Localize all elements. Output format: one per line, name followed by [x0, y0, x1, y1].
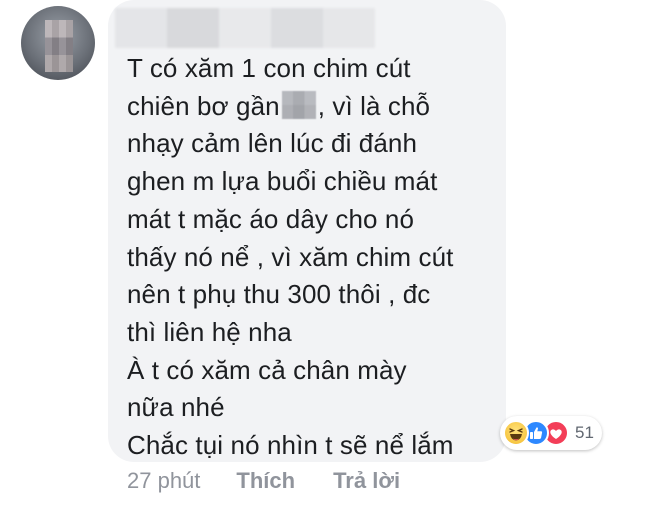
- comment-line-prefix: chiên bơ gần: [127, 90, 280, 121]
- comment-line: mát t mặc áo dây cho nó: [127, 203, 415, 234]
- comment-line: nên t phụ thu 300 thôi , đc: [127, 279, 431, 310]
- comment-line-suffix: , vì là chỗ: [317, 90, 431, 121]
- like-link[interactable]: Thích: [236, 468, 295, 494]
- reactions-summary[interactable]: 51: [500, 416, 602, 450]
- avatar-censor-pixelation: [45, 20, 73, 72]
- comment-line: À t có xăm cả chân mày: [127, 354, 407, 385]
- author-name-censored[interactable]: [115, 8, 375, 48]
- comment-screenshot: T có xăm 1 con chim cút chiên bơ gần , vì…: [0, 0, 650, 505]
- comment-line: T có xăm 1 con chim cút: [127, 53, 411, 83]
- haha-icon: [503, 420, 529, 446]
- comment-text: T có xăm 1 con chim cút chiên bơ gần , vì…: [127, 50, 497, 465]
- comment-timestamp[interactable]: 27 phút: [127, 468, 200, 494]
- comment-line: Chắc tụi nó nhìn t sẽ nể lắm: [127, 430, 454, 461]
- comment-line: thấy nó nể , vì xăm chim cút: [127, 241, 454, 272]
- reply-link[interactable]: Trả lời: [333, 468, 400, 494]
- comment-line: nhạy cảm lên lúc đi đánh: [127, 128, 418, 159]
- censored-word: [281, 90, 316, 119]
- comment-line: thì liên hệ nha: [127, 316, 292, 347]
- comment-meta: 27 phút Thích Trả lời: [127, 468, 438, 494]
- comment-line: chiên bơ gần , vì là chỗ: [127, 88, 497, 126]
- avatar[interactable]: [21, 6, 95, 80]
- reaction-count: 51: [575, 423, 594, 442]
- comment-line: ghen m lựa buổi chiều mát: [127, 166, 438, 197]
- comment-line: nữa nhé: [127, 392, 225, 423]
